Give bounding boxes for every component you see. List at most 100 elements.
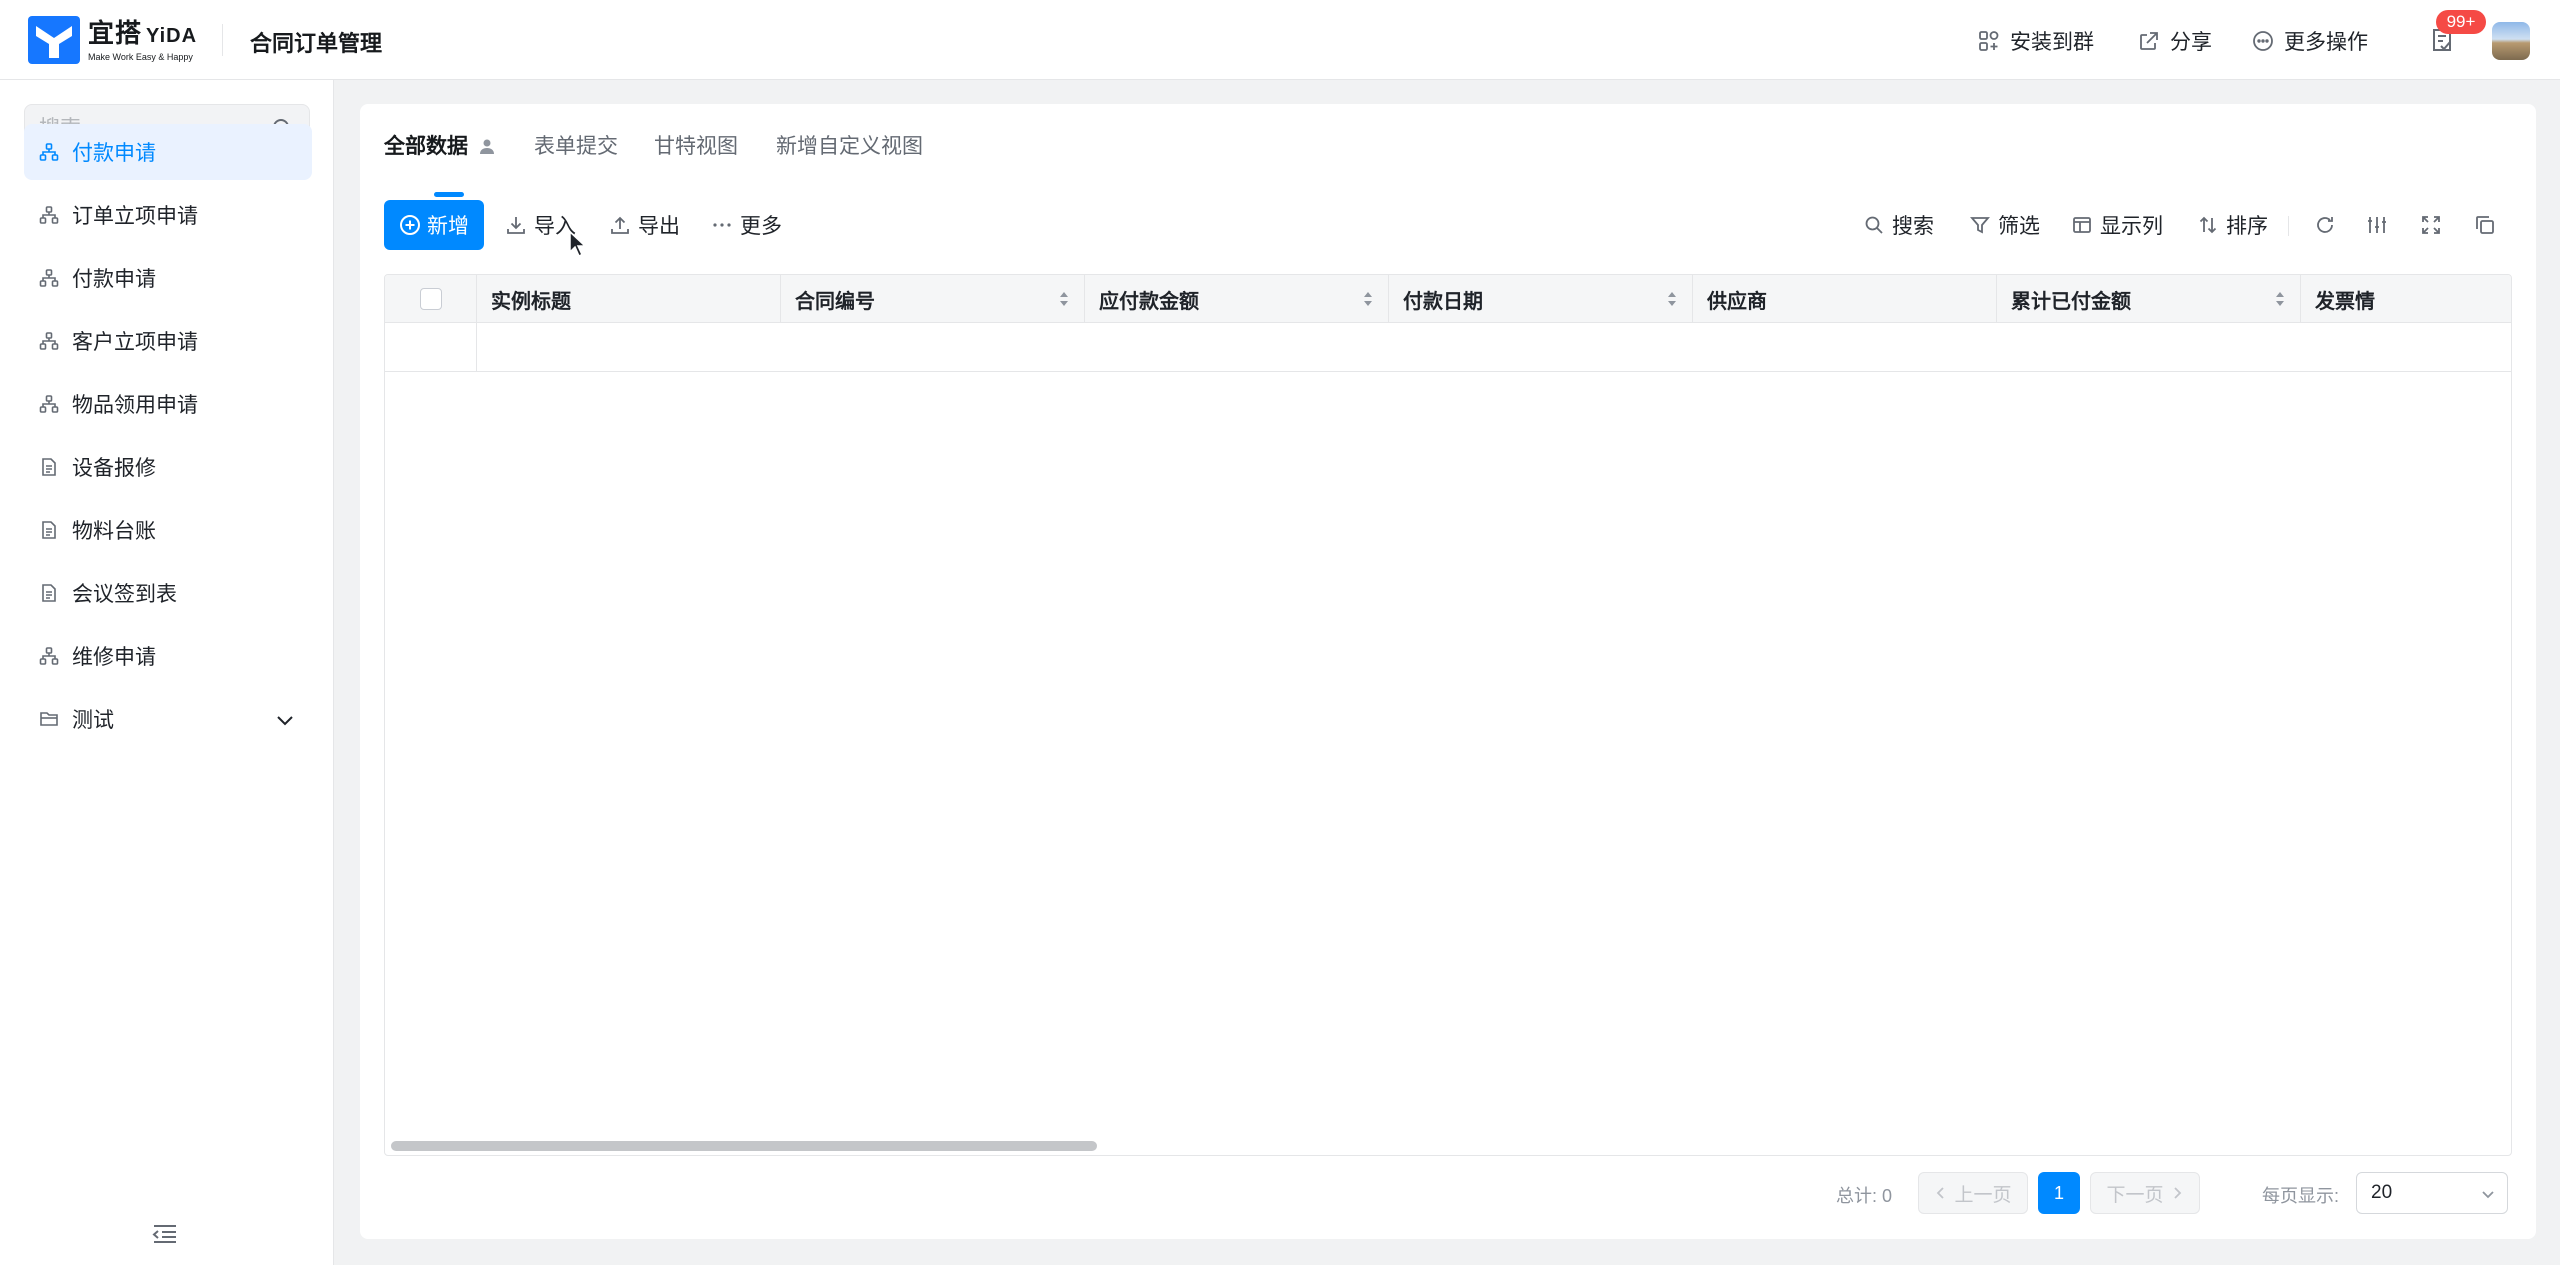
app-title: 合同订单管理 (250, 31, 383, 56)
more-actions-button[interactable]: 更多操作 (2252, 26, 2368, 56)
row-select-cell (385, 323, 477, 371)
sidebar-item-label: 物品领用申请 (72, 394, 198, 417)
copy-button[interactable] (2472, 212, 2498, 238)
tab-add-custom-view[interactable]: 新增自定义视图 (776, 130, 923, 160)
chevron-down-icon[interactable] (274, 709, 296, 737)
new-button[interactable]: 新增 (384, 200, 484, 250)
column-payable-amount[interactable]: 应付款金额 (1085, 275, 1389, 323)
install-to-group-button[interactable]: 安装到群 (1978, 26, 2094, 56)
sidebar-item-item-requisition[interactable]: 物品领用申请 (24, 376, 312, 432)
export-button[interactable]: 导出 (610, 200, 680, 250)
sidebar-item-material-ledger[interactable]: 物料台账 (24, 502, 312, 558)
tab-all-data-label: 全部数据 (384, 135, 468, 158)
horizontal-scrollbar[interactable] (391, 1141, 1097, 1151)
sidebar-item-meeting-signin[interactable]: 会议签到表 (24, 565, 312, 621)
sidebar-item-test-folder[interactable]: 测试 (24, 691, 312, 747)
page-number-current[interactable]: 1 (2038, 1172, 2080, 1214)
logo-tagline: Make Work Easy & Happy (88, 51, 193, 62)
sort-label: 排序 (2226, 215, 2268, 238)
sidebar-item-label: 设备报修 (72, 457, 156, 480)
sort-arrows-icon[interactable] (1362, 289, 1374, 309)
sidebar-item-payment-request-2[interactable]: 付款申请 (24, 250, 312, 306)
chevron-right-icon (2173, 1187, 2181, 1199)
form-icon (38, 519, 60, 541)
chevron-left-icon (1937, 1187, 1945, 1199)
sidebar-item-label: 付款申请 (72, 268, 156, 291)
main-content: 全部数据 表单提交 甘特视图 新增自定义视图 新增 导入 导出 更多 搜索 筛选… (360, 104, 2536, 1239)
sidebar-item-label: 测试 (72, 709, 114, 732)
filter-label: 筛选 (1998, 215, 2040, 238)
tab-form-submit[interactable]: 表单提交 (534, 130, 618, 160)
next-page-label: 下一页 (2106, 1184, 2164, 1206)
column-instance-title[interactable]: 实例标题 (477, 275, 781, 323)
sort-icon (2199, 216, 2217, 234)
flow-icon (38, 204, 60, 226)
download-icon (507, 217, 525, 234)
column-payment-date[interactable]: 付款日期 (1389, 275, 1693, 323)
share-button[interactable]: 分享 (2138, 26, 2212, 56)
sidebar-item-label: 物料台账 (72, 520, 156, 543)
person-icon (479, 139, 494, 154)
flow-icon (38, 393, 60, 415)
filter-button[interactable]: 筛选 (1970, 200, 2040, 250)
sidebar-item-customer-project-request[interactable]: 客户立项申请 (24, 313, 312, 369)
flow-icon (38, 330, 60, 352)
yida-logo[interactable]: 宜搭 YiDA Make Work Easy & Happy (28, 16, 197, 64)
table-row-empty (385, 323, 2511, 372)
sidebar-item-payment-request[interactable]: 付款申请 (24, 124, 312, 180)
column-invoice[interactable]: 发票情 (2301, 275, 2511, 323)
column-contract-number[interactable]: 合同编号 (781, 275, 1085, 323)
fullscreen-button[interactable] (2418, 212, 2444, 238)
sort-button[interactable]: 排序 (2198, 200, 2268, 250)
column-label: 付款日期 (1403, 290, 1483, 313)
tab-gantt-view[interactable]: 甘特视图 (654, 130, 738, 160)
show-columns-label: 显示列 (2100, 215, 2163, 238)
more-circle-icon (2253, 31, 2273, 51)
per-page-value: 20 (2371, 1182, 2393, 1203)
share-label: 分享 (2170, 31, 2212, 54)
show-columns-button[interactable]: 显示列 (2072, 200, 2163, 250)
column-label: 合同编号 (795, 290, 875, 313)
active-tab-indicator (434, 192, 464, 197)
prev-page-button[interactable]: 上一页 (1918, 1172, 2028, 1214)
search-button[interactable]: 搜索 (1864, 200, 1934, 250)
sort-arrows-icon[interactable] (2274, 289, 2286, 309)
refresh-button[interactable] (2312, 212, 2338, 238)
next-page-button[interactable]: 下一页 (2090, 1172, 2200, 1214)
sidebar: 付款申请订单立项申请付款申请客户立项申请物品领用申请设备报修物料台账会议签到表维… (0, 80, 334, 1265)
chevron-down-icon (2482, 1191, 2494, 1199)
flow-icon (38, 645, 60, 667)
logo-main-text: 宜搭 (88, 17, 143, 48)
column-label: 实例标题 (491, 290, 571, 313)
export-label: 导出 (638, 215, 680, 238)
search-icon (1865, 216, 1883, 234)
sort-arrows-icon[interactable] (1058, 289, 1070, 309)
prev-page-label: 上一页 (1954, 1184, 2012, 1206)
collapse-sidebar-icon[interactable] (150, 1222, 180, 1246)
sidebar-item-equipment-repair[interactable]: 设备报修 (24, 439, 312, 495)
sidebar-item-repair-request[interactable]: 维修申请 (24, 628, 312, 684)
column-total-paid[interactable]: 累计已付金额 (1997, 275, 2301, 323)
sort-arrows-icon[interactable] (1666, 289, 1678, 309)
user-avatar[interactable] (2492, 22, 2530, 60)
plus-circle-icon (400, 215, 420, 235)
columns-icon (2073, 217, 2091, 233)
per-page-select[interactable]: 20 (2356, 1172, 2508, 1214)
form-icon (38, 582, 60, 604)
folder-icon (38, 708, 60, 730)
sidebar-item-order-project-request[interactable]: 订单立项申请 (24, 187, 312, 243)
filter-icon (1970, 217, 1990, 234)
copy-icon (2476, 216, 2494, 234)
apps-icon (1979, 31, 1999, 51)
select-all-checkbox[interactable] (419, 288, 442, 310)
column-settings-button[interactable] (2364, 212, 2390, 238)
flow-icon (38, 141, 60, 163)
column-settings-icon (2368, 217, 2386, 233)
install-label: 安装到群 (2010, 31, 2094, 54)
column-supplier[interactable]: 供应商 (1693, 275, 1997, 323)
header-divider (222, 24, 223, 56)
more-button[interactable]: 更多 (712, 200, 782, 250)
tab-all-data[interactable]: 全部数据 (384, 130, 496, 160)
import-button[interactable]: 导入 (506, 200, 576, 250)
column-label: 应付款金额 (1099, 290, 1199, 313)
